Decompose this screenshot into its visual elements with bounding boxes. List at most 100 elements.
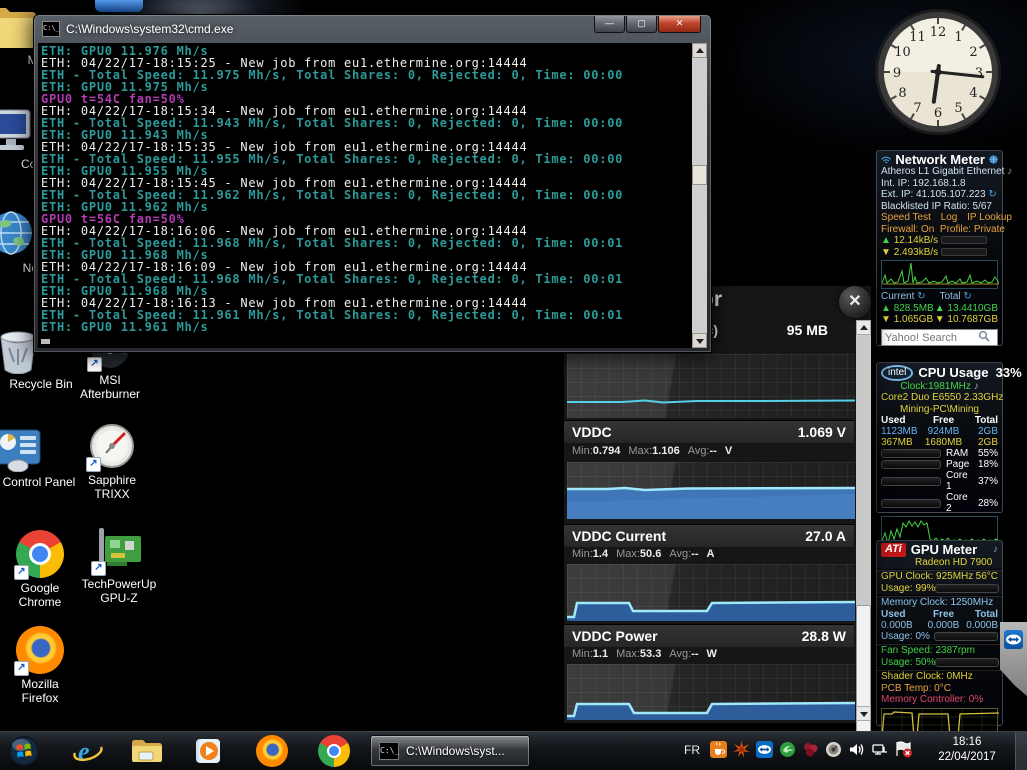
network-traffic-graph bbox=[881, 260, 999, 289]
system-tray bbox=[710, 741, 912, 758]
gpu-meter-gadget[interactable]: ATi GPU Meter ♪ Radeon HD 7900 GPU Clock… bbox=[876, 540, 1003, 744]
cpu-usage-gadget[interactable]: intel CPU Usage 33% Clock:1981MHz ♪ Core… bbox=[876, 362, 1022, 550]
svg-text:12: 12 bbox=[930, 25, 947, 40]
upload-current: 828.5MB bbox=[893, 302, 934, 314]
search-icon[interactable] bbox=[978, 330, 990, 342]
berries-tray-icon[interactable] bbox=[802, 741, 819, 758]
download-arrow-icon: ▼ bbox=[881, 314, 891, 325]
cpu-gadget-title: CPU Usage bbox=[918, 365, 989, 380]
background-window-fragment bbox=[95, 0, 143, 12]
vddc-graph bbox=[567, 462, 855, 519]
ip-lookup-link[interactable]: IP Lookup bbox=[967, 212, 1012, 223]
globe-icon bbox=[989, 155, 998, 164]
fan-usage-label: Usage: 50% bbox=[881, 656, 936, 668]
fan-speed: Fan Speed: 2387rpm bbox=[881, 645, 975, 656]
sapphire-trixx-icon: ↗ bbox=[86, 422, 136, 472]
network-meter-gadget[interactable]: Network Meter Atheros L1 Gigabit Etherne… bbox=[876, 150, 1012, 346]
gpu-clock: GPU Clock: 925MHz bbox=[881, 571, 974, 582]
network-tray-icon[interactable] bbox=[871, 741, 888, 758]
host-name: Mining-PC\Mining bbox=[900, 403, 979, 415]
svg-text:2: 2 bbox=[969, 45, 977, 60]
ram-row: 1123MB 924MB 2GB bbox=[881, 426, 998, 437]
dial-tray-icon[interactable] bbox=[825, 741, 842, 758]
vddc-section-header[interactable]: VDDC 1.069 V bbox=[564, 420, 854, 443]
svg-text:11: 11 bbox=[909, 30, 926, 45]
core1-bar: Core 1 37% bbox=[881, 470, 998, 492]
language-indicator[interactable]: FR bbox=[684, 743, 700, 757]
gpu-gadget-title: GPU Meter bbox=[910, 542, 978, 557]
taskbar-clock[interactable]: 18:16 22/04/2017 bbox=[925, 735, 1009, 765]
teamviewer-tray-icon[interactable] bbox=[756, 741, 773, 758]
taskbar-internet-explorer[interactable]: e bbox=[72, 735, 104, 767]
cmd-title-text: C:\Windows\system32\cmd.exe bbox=[66, 22, 234, 36]
total-label: Total bbox=[939, 291, 961, 302]
monitor-close-button[interactable]: ✕ bbox=[839, 286, 871, 318]
svg-text:9: 9 bbox=[893, 66, 901, 81]
col-used: Used bbox=[881, 415, 906, 426]
tray-date: 22/04/2017 bbox=[938, 751, 996, 763]
volume-tray-icon[interactable] bbox=[848, 741, 865, 758]
memory-usage-value: 95 MB bbox=[786, 322, 828, 338]
refresh-icon[interactable]: ↻ bbox=[917, 291, 925, 302]
shader-clock: Shader Clock: 0MHz bbox=[881, 671, 973, 682]
log-link[interactable]: Log bbox=[941, 212, 958, 223]
vddc-current-section-header[interactable]: VDDC Current 27.0 A bbox=[564, 524, 854, 547]
tray-time: 18:16 bbox=[952, 736, 982, 748]
action-center-flag-icon[interactable] bbox=[894, 741, 912, 758]
close-button[interactable]: ✕ bbox=[658, 16, 701, 33]
taskbar-chrome[interactable] bbox=[318, 735, 350, 767]
cpu-clock: Clock:1981MHz bbox=[900, 380, 971, 392]
adapter-name: Atheros L1 Gigabit Ethernet bbox=[881, 166, 1005, 177]
teamviewer-quickconnect-tab[interactable] bbox=[1000, 622, 1027, 696]
desktop-icon-gpu-z[interactable]: ↗ TechPowerUp GPU-Z bbox=[64, 526, 174, 605]
download-current: 1.065GB bbox=[893, 314, 934, 325]
external-ip: Ext. IP: 41.105.107.223 bbox=[881, 189, 986, 200]
console-cursor bbox=[41, 339, 50, 344]
show-desktop-button[interactable] bbox=[1015, 732, 1027, 770]
monitor-scrollbar[interactable] bbox=[856, 320, 871, 733]
gpu-memory-row: 0.000B 0.000B 0.000B bbox=[881, 619, 998, 631]
start-button[interactable] bbox=[8, 735, 40, 767]
scrollbar-thumb[interactable] bbox=[692, 165, 707, 185]
icon-label: MSI Afterburner bbox=[79, 373, 141, 401]
refresh-icon[interactable]: ↻ bbox=[988, 189, 996, 200]
console-output: ETH: GPU0 11.976 Mh/s ETH: 04/22/17-18:15… bbox=[41, 45, 689, 344]
upload-total: 13.4410GB bbox=[947, 302, 998, 314]
cmd-window[interactable]: C:\_ C:\Windows\system32\cmd.exe — ▢ ✕ E… bbox=[33, 14, 712, 353]
gpu-z-icon: ↗ bbox=[91, 526, 145, 576]
download-arrow-icon: ▼ bbox=[934, 314, 945, 325]
shortcut-arrow-icon: ↗ bbox=[14, 565, 29, 580]
swirl-tray-icon[interactable] bbox=[779, 741, 796, 758]
window-caption-buttons: — ▢ ✕ bbox=[593, 16, 701, 33]
taskbar-media-player[interactable] bbox=[192, 735, 224, 767]
taskbar-button-cmd[interactable]: C:\_ C:\Windows\syst... bbox=[370, 735, 530, 767]
ati-logo: ATi bbox=[881, 543, 906, 557]
vddc-power-section-header[interactable]: VDDC Power 28.8 W bbox=[564, 624, 854, 647]
gpu-usage-label: Usage: 99% bbox=[881, 582, 936, 594]
music-note-icon[interactable]: ♪ bbox=[993, 544, 998, 556]
desktop-icon-sapphire-trixx[interactable]: ↗ Sapphire TRIXX bbox=[68, 422, 156, 501]
starburst-tray-icon[interactable] bbox=[733, 741, 750, 758]
shortcut-arrow-icon: ↗ bbox=[87, 357, 102, 372]
music-note-icon[interactable]: ♪ bbox=[974, 381, 979, 392]
clock-gadget[interactable]: 12 1 2 345 678 9 10 11 bbox=[872, 6, 1004, 138]
gpu-memory-usage-label: Usage: 0% bbox=[881, 630, 930, 642]
download-total: 10.7687GB bbox=[947, 314, 998, 325]
refresh-icon[interactable]: ↻ bbox=[963, 291, 971, 302]
svg-text:8: 8 bbox=[898, 86, 906, 101]
page-bar: Page 18% bbox=[881, 459, 998, 470]
taskbar-firefox[interactable] bbox=[256, 735, 288, 767]
vddc-current-minmax: Min:1.4 Max:50.6 Avg:-- A bbox=[572, 548, 715, 560]
desktop-icon-mozilla-firefox[interactable]: ↗ Mozilla Firefox bbox=[0, 626, 86, 705]
minimize-button[interactable]: — bbox=[594, 16, 625, 33]
java-tray-icon[interactable] bbox=[710, 741, 727, 758]
upload-meter bbox=[941, 236, 988, 245]
speed-test-link[interactable]: Speed Test bbox=[881, 212, 931, 223]
taskbar-windows-explorer[interactable] bbox=[130, 735, 162, 767]
maximize-button[interactable]: ▢ bbox=[626, 16, 657, 33]
taskbar: e C:\_ C:\Windows\syst... FR 18:16 22/04… bbox=[0, 731, 1027, 770]
music-note-icon[interactable]: ♪ bbox=[1007, 166, 1012, 177]
taskbar-button-label: C:\Windows\syst... bbox=[406, 744, 505, 758]
core2-bar: Core 2 28% bbox=[881, 492, 998, 514]
console-scrollbar[interactable] bbox=[692, 43, 707, 348]
